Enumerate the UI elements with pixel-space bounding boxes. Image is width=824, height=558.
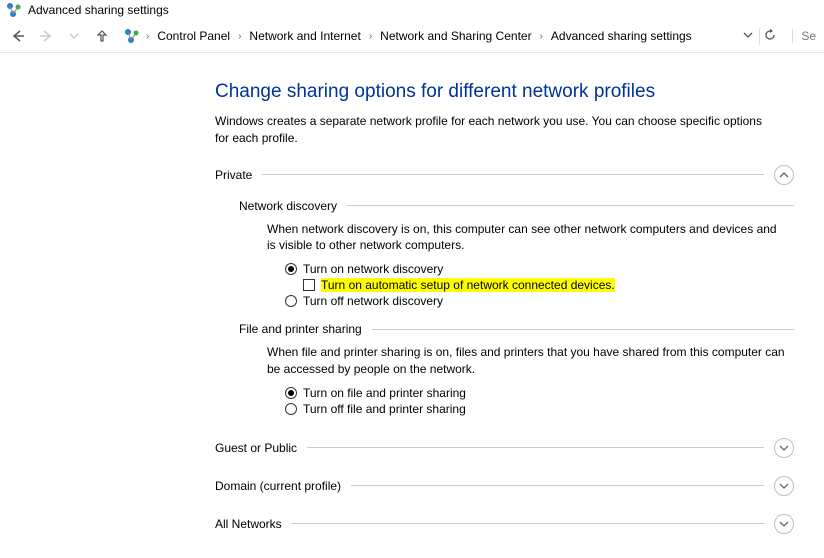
- breadcrumb-separator[interactable]: ›: [238, 31, 241, 42]
- section-label: Guest or Public: [215, 441, 297, 455]
- radio-turn-off-network-discovery[interactable]: Turn off network discovery: [285, 294, 794, 308]
- section-label: Domain (current profile): [215, 479, 341, 493]
- subsection-title: Network discovery: [239, 199, 337, 213]
- breadcrumb-item[interactable]: Control Panel: [155, 29, 232, 43]
- breadcrumb-item[interactable]: Network and Internet: [247, 29, 362, 43]
- divider: [262, 174, 764, 175]
- chevron-down-icon[interactable]: [774, 514, 794, 534]
- divider: [372, 329, 794, 330]
- recent-dropdown-button[interactable]: [64, 26, 84, 46]
- radio-turn-off-file-printer-sharing[interactable]: Turn off file and printer sharing: [285, 402, 794, 416]
- breadcrumb-separator[interactable]: ›: [540, 31, 543, 42]
- radio-label: Turn on network discovery: [303, 262, 443, 276]
- breadcrumb-item[interactable]: Network and Sharing Center: [378, 29, 533, 43]
- file-printer-options: Turn on file and printer sharing Turn of…: [285, 386, 794, 416]
- up-button[interactable]: [92, 26, 112, 46]
- divider: [347, 205, 794, 206]
- search-input[interactable]: Se: [792, 29, 816, 43]
- forward-button[interactable]: [36, 26, 56, 46]
- section-private-header[interactable]: Private: [215, 165, 794, 185]
- chevron-down-icon[interactable]: [774, 438, 794, 458]
- section-domain-header[interactable]: Domain (current profile): [215, 476, 794, 496]
- chevron-down-icon[interactable]: [774, 476, 794, 496]
- checkbox-auto-setup-devices[interactable]: Turn on automatic setup of network conne…: [303, 278, 794, 292]
- divider: [307, 447, 764, 448]
- radio-label: Turn off network discovery: [303, 294, 443, 308]
- section-label: Private: [215, 168, 252, 182]
- divider: [351, 485, 764, 486]
- checkbox-label: Turn on automatic setup of network conne…: [321, 278, 615, 292]
- network-discovery-options: Turn on network discovery Turn on automa…: [285, 262, 794, 308]
- radio-icon: [285, 403, 297, 415]
- breadcrumb: › Control Panel › Network and Internet ›…: [120, 28, 784, 45]
- back-button[interactable]: [8, 26, 28, 46]
- breadcrumb-separator[interactable]: ›: [369, 31, 372, 42]
- breadcrumb-separator[interactable]: ›: [146, 31, 149, 42]
- network-discovery-desc: When network discovery is on, this compu…: [267, 221, 787, 255]
- subsection-network-discovery: Network discovery: [239, 199, 794, 213]
- radio-icon: [285, 387, 297, 399]
- radio-icon: [285, 263, 297, 275]
- chevron-up-icon[interactable]: [774, 165, 794, 185]
- subsection-title: File and printer sharing: [239, 322, 362, 336]
- refresh-button[interactable]: [759, 28, 780, 45]
- window-title-bar: Advanced sharing settings: [0, 0, 824, 20]
- navigation-bar: › Control Panel › Network and Internet ›…: [0, 20, 824, 53]
- page-intro: Windows creates a separate network profi…: [215, 113, 775, 147]
- address-dropdown-button[interactable]: [739, 29, 757, 43]
- radio-turn-on-network-discovery[interactable]: Turn on network discovery: [285, 262, 794, 276]
- page-heading: Change sharing options for different net…: [215, 81, 794, 103]
- radio-label: Turn on file and printer sharing: [303, 386, 466, 400]
- radio-turn-on-file-printer-sharing[interactable]: Turn on file and printer sharing: [285, 386, 794, 400]
- divider: [292, 523, 764, 524]
- subsection-file-printer-sharing: File and printer sharing: [239, 322, 794, 336]
- window-title: Advanced sharing settings: [28, 3, 169, 17]
- file-printer-desc: When file and printer sharing is on, fil…: [267, 344, 787, 378]
- breadcrumb-item[interactable]: Advanced sharing settings: [549, 29, 694, 43]
- section-all-networks-header[interactable]: All Networks: [215, 514, 794, 534]
- radio-icon: [285, 295, 297, 307]
- breadcrumb-icon: [124, 28, 140, 44]
- network-sharing-icon: [6, 2, 22, 18]
- checkbox-icon: [303, 279, 315, 291]
- search-placeholder-fragment: Se: [801, 29, 816, 43]
- section-guest-public-header[interactable]: Guest or Public: [215, 438, 794, 458]
- section-label: All Networks: [215, 517, 282, 531]
- radio-label: Turn off file and printer sharing: [303, 402, 466, 416]
- main-content: Change sharing options for different net…: [0, 53, 824, 558]
